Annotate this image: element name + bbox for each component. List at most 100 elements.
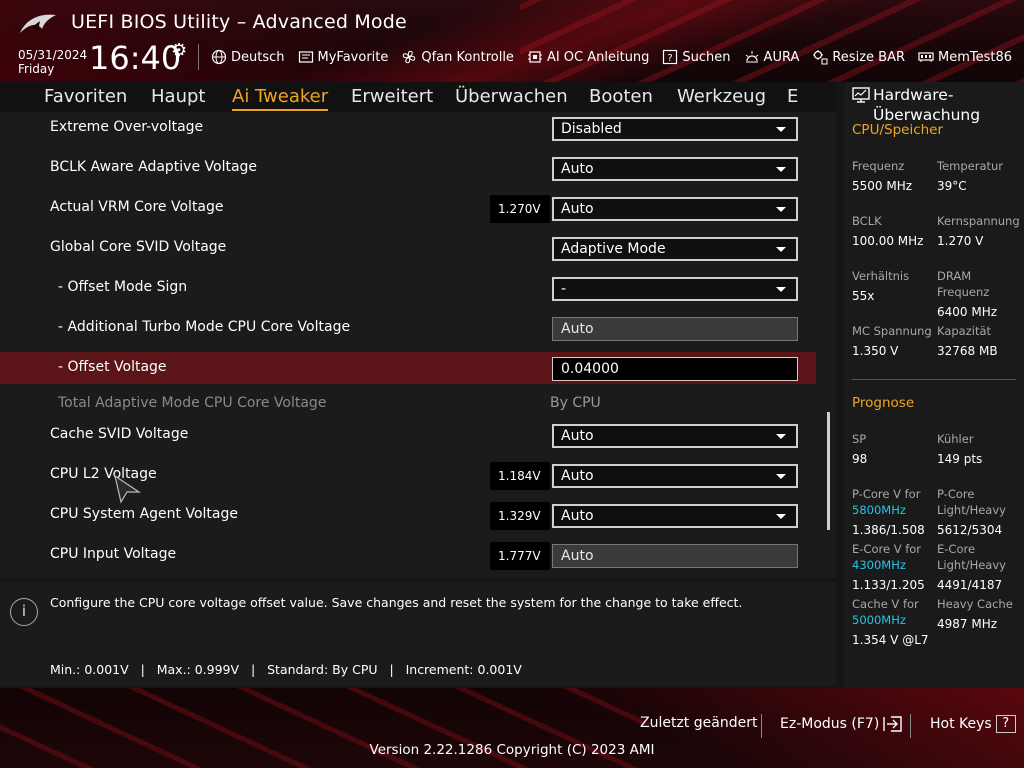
tab-favoriten[interactable]: Favoriten [44, 86, 127, 107]
hot-keys-button[interactable]: Hot Keys ? [930, 715, 1016, 733]
app-title: UEFI BIOS Utility – Advanced Mode [71, 11, 407, 33]
ecore-v-frequency: 4300MHz [852, 558, 906, 572]
pcore-light-heavy-value: 5612/5304 [937, 523, 1003, 537]
cache-v-frequency: 5000MHz [852, 613, 906, 627]
setting-dropdown[interactable]: Auto [552, 424, 798, 448]
setting-row[interactable]: BCLK Aware Adaptive Voltage Auto [0, 152, 816, 184]
memtest-label: MemTest86 [938, 49, 1013, 65]
offset-voltage-input[interactable]: 0.04000 [552, 357, 798, 381]
quick-toolbar: Deutsch MyFavorite Qfan Kontrolle AI OC … [211, 47, 1012, 67]
fan-icon [403, 50, 416, 64]
settings-gear-icon[interactable]: ⚙ [171, 40, 187, 61]
dropdown-arrow-icon [776, 207, 786, 212]
main-nav: Favoriten Haupt Ai Tweaker Erweitert Übe… [0, 82, 836, 112]
ez-mode-button[interactable]: Ez-Modus (F7) [780, 715, 903, 733]
setting-row[interactable]: CPU Input Voltage 1.777V Auto [0, 539, 816, 571]
voltage-reading: 1.270V [490, 195, 550, 223]
setting-dropdown[interactable]: Adaptive Mode [552, 237, 798, 261]
resize-bar-icon [813, 50, 828, 65]
setting-field[interactable]: Auto [552, 317, 798, 341]
voltage-reading-value: 1.184V [498, 469, 541, 483]
dropdown-arrow-icon [776, 247, 786, 252]
hot-keys-label: Hot Keys [930, 716, 992, 732]
setting-label: - Additional Turbo Mode CPU Core Voltage [58, 319, 351, 335]
bclk-value: 100.00 MHz [852, 234, 924, 248]
settings-list: Extreme Over-voltage Disabled BCLK Aware… [0, 112, 836, 578]
setting-dropdown[interactable]: Auto [552, 464, 798, 488]
info-icon: i [10, 598, 38, 626]
myfavorite-button[interactable]: MyFavorite [298, 47, 388, 67]
tab-werkzeug[interactable]: Werkzeug [677, 86, 766, 107]
pcore-v-value: 1.386/1.508 [852, 523, 925, 537]
voltage-reading: 1.329V [490, 502, 550, 530]
aura-button[interactable]: AURA [744, 47, 800, 67]
question-key-icon: ? [995, 715, 1016, 733]
input-value: 0.04000 [561, 361, 619, 377]
ai-chip-icon [527, 51, 542, 63]
cooler-label: Kühler [937, 432, 974, 446]
myfavorite-icon [298, 51, 313, 63]
setting-field[interactable]: Auto [552, 544, 798, 568]
ai-oc-button[interactable]: AI OC Anleitung [527, 47, 649, 67]
tab-haupt[interactable]: Haupt [151, 86, 205, 107]
dropdown-arrow-icon [776, 287, 786, 292]
setting-label: Actual VRM Core Voltage [50, 199, 224, 215]
version-text: Version 2.22.1286 Copyright (C) 2023 AMI [369, 742, 655, 758]
setting-row[interactable]: Global Core SVID Voltage Adaptive Mode [0, 232, 816, 264]
aura-lighting-icon [745, 51, 758, 63]
setting-row-selected[interactable]: - Offset Voltage 0.04000 [0, 352, 816, 384]
help-panel: i Configure the CPU core voltage offset … [0, 582, 836, 686]
tab-booten[interactable]: Booten [589, 86, 653, 107]
setting-label: - Offset Mode Sign [58, 279, 188, 295]
setting-row[interactable]: - Additional Turbo Mode CPU Core Voltage… [0, 312, 816, 344]
dropdown-value: Adaptive Mode [561, 241, 666, 257]
tab-ai-tweaker[interactable]: Ai Tweaker [232, 86, 329, 111]
language-button[interactable]: Deutsch [211, 47, 285, 67]
ecore-light-heavy-value: 4491/4187 [937, 578, 1003, 592]
capacity-label: Kapazität [937, 324, 992, 338]
voltage-reading-value: 1.270V [498, 202, 541, 216]
mc-voltage-value: 1.350 V [852, 344, 899, 358]
tab-erweitert[interactable]: Erweitert [351, 86, 433, 107]
resize-bar-label: Resize BAR [832, 49, 905, 65]
exit-arrow-icon [883, 716, 902, 732]
sp-value: 98 [852, 452, 868, 466]
dropdown-value: Auto [561, 468, 594, 484]
setting-row[interactable]: - Offset Mode Sign - [0, 272, 816, 304]
memtest-icon [918, 52, 934, 62]
qfan-button[interactable]: Qfan Kontrolle [401, 47, 514, 67]
qfan-label: Qfan Kontrolle [421, 49, 514, 65]
temperature-label: Temperatur [937, 159, 1004, 173]
setting-dropdown[interactable]: Disabled [552, 117, 798, 141]
hw-divider [852, 379, 1016, 380]
setting-dropdown[interactable]: Auto [552, 197, 798, 221]
setting-label: BCLK Aware Adaptive Voltage [50, 159, 258, 175]
setting-row[interactable]: Actual VRM Core Voltage 1.270V Auto [0, 192, 816, 224]
dropdown-value: Auto [561, 508, 594, 524]
tab-ueberwachen[interactable]: Überwachen [455, 86, 568, 107]
settings-scrollbar[interactable] [827, 412, 830, 530]
setting-dropdown[interactable]: Auto [552, 504, 798, 528]
setting-row[interactable]: Extreme Over-voltage Disabled [0, 112, 816, 144]
dropdown-value: Auto [561, 201, 594, 217]
setting-dropdown[interactable]: Auto [552, 157, 798, 181]
pcore-v-label: P-Core V for [852, 487, 921, 501]
bclk-label: BCLK [852, 214, 882, 228]
tab-exit-partial[interactable]: E [787, 86, 798, 107]
aura-label: AURA [763, 49, 800, 65]
setting-dropdown[interactable]: - [552, 277, 798, 301]
language-label: Deutsch [231, 49, 285, 65]
setting-label: Global Core SVID Voltage [50, 239, 227, 255]
voltage-reading-value: 1.329V [498, 509, 541, 523]
frequency-label: Frequenz [852, 159, 905, 173]
setting-row[interactable]: Cache SVID Voltage Auto [0, 419, 816, 451]
search-button[interactable]: ? Suchen [662, 47, 731, 67]
dropdown-arrow-icon [776, 474, 786, 479]
setting-label: CPU Input Voltage [50, 546, 177, 562]
voltage-reading: 1.777V [490, 542, 550, 570]
dram-frequency-value: 6400 MHz [937, 305, 998, 319]
memtest-button[interactable]: MemTest86 [918, 47, 1012, 67]
resize-bar-button[interactable]: Resize BAR [812, 47, 905, 67]
last-modified-button[interactable]: Zuletzt geändert [640, 715, 757, 731]
ratio-label: Verhältnis [852, 269, 910, 283]
